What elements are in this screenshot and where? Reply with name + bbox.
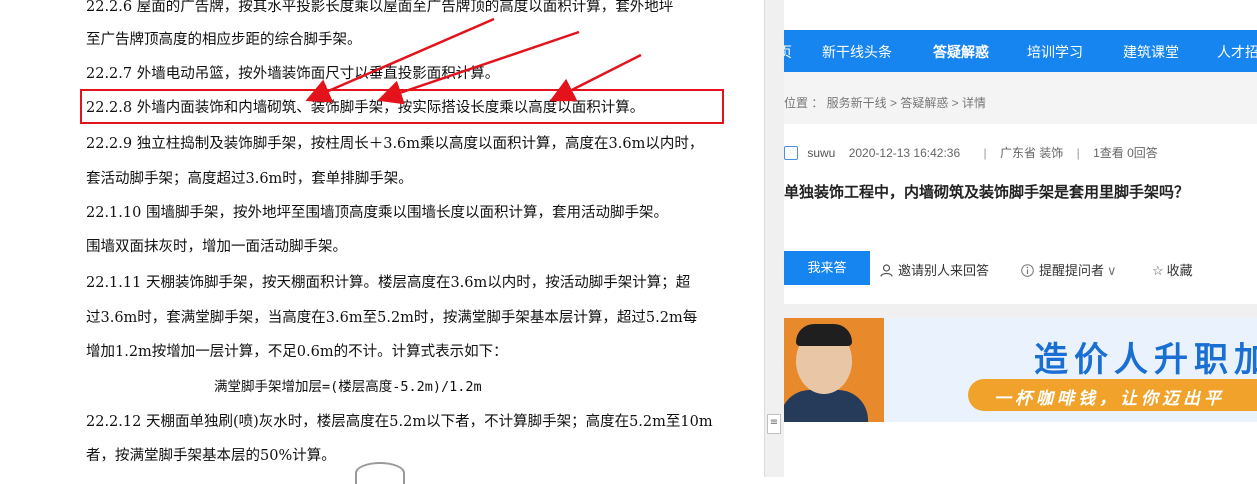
- top-bar: [784, 0, 1257, 30]
- remind-button[interactable]: 提醒提问者 ∨: [1021, 260, 1117, 279]
- post-region: 广东省 装饰: [999, 146, 1064, 160]
- question-title: 单独装饰工程中，内墙砌筑及装饰脚手架是套用里脚手架吗？: [784, 184, 1190, 201]
- nav-item-home[interactable]: 页: [784, 42, 792, 62]
- document-pane: 22.2.6 屋面的广告牌，按其水平投影长度乘以屋面至广告牌顶的高度以面积计算，…: [0, 0, 764, 477]
- star-icon: ☆: [1152, 263, 1164, 278]
- person-icon: [880, 264, 893, 277]
- breadcrumb[interactable]: 位置 ： 服务新干线 > 答疑解惑 > 详情: [784, 94, 986, 111]
- vertical-scrollbar[interactable]: ≡: [764, 0, 785, 477]
- web-pane: 页 新干线头条 答疑解惑 培训学习 建筑课堂 人才招 位置 ： 服务新干线 > …: [784, 0, 1257, 477]
- mascot-icon: [355, 462, 405, 484]
- remind-label: 提醒提问者: [1039, 263, 1105, 278]
- arrow-2: [377, 30, 580, 105]
- nav-item-classroom[interactable]: 建筑课堂: [1123, 42, 1179, 62]
- divider-strip: [784, 304, 1257, 318]
- annotation-arrows: [305, 17, 642, 105]
- banner-tagline: 一杯咖啡钱，让你迈出平: [994, 389, 1225, 408]
- banner-photo: [784, 318, 884, 422]
- invite-button[interactable]: 邀请别人来回答: [880, 260, 989, 279]
- invite-label: 邀请别人来回答: [898, 263, 990, 278]
- question-meta: suwu 2020-12-13 16:42:36 | 广东省 装饰 | 1查看 …: [784, 144, 1158, 161]
- banner-headline: 造价人升职加: [1034, 340, 1257, 380]
- nav-bar: 页 新干线头条 答疑解惑 培训学习 建筑课堂 人才招: [784, 30, 1257, 72]
- collect-label: 收藏: [1166, 263, 1193, 278]
- nav-item-qa[interactable]: 答疑解惑: [933, 42, 989, 62]
- content-below: [784, 422, 1257, 477]
- author-name[interactable]: suwu: [807, 146, 835, 160]
- post-date: 2020-12-13 16:42:36: [848, 146, 961, 160]
- arrow-3: [549, 53, 642, 102]
- meta-separator: |: [983, 146, 987, 160]
- arrow-1: [305, 17, 495, 103]
- scroll-grip-icon[interactable]: ≡: [767, 414, 781, 434]
- info-icon: [1021, 264, 1034, 277]
- answer-button[interactable]: 我来答: [784, 251, 870, 285]
- question-icon: [784, 146, 798, 160]
- meta-separator: |: [1076, 146, 1080, 160]
- post-stats: 1查看 0回答: [1093, 146, 1158, 160]
- nav-item-headlines[interactable]: 新干线头条: [822, 42, 892, 62]
- nav-item-talent[interactable]: 人才招: [1217, 42, 1257, 62]
- collect-button[interactable]: ☆ 收藏: [1152, 260, 1193, 279]
- chevron-down-icon: ∨: [1107, 263, 1117, 278]
- promo-banner[interactable]: 造价人升职加 一杯咖啡钱，让你迈出平: [784, 318, 1257, 422]
- nav-item-training[interactable]: 培训学习: [1027, 42, 1083, 62]
